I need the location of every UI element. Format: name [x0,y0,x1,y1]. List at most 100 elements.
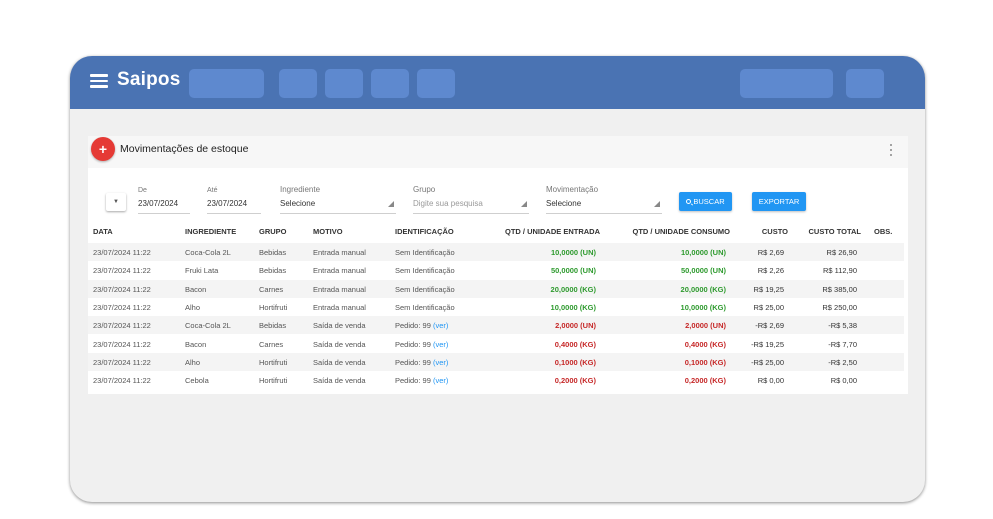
cell-group: Bebidas [259,248,287,257]
cell-reason: Entrada manual [313,302,366,312]
to-date-underline [207,213,261,214]
identification-text: Sem Identificação [395,266,455,276]
cell-qty-use: 10,0000 (KG) [680,302,726,312]
table-row[interactable]: 23/07/2024 11:22 Bacon Carnes Entrada manua… [88,279,904,298]
cell-date: 23/07/2024 11:22 [93,357,151,367]
column-header: IDENTIFICAÇÃO [395,227,454,236]
nav-placeholder-4[interactable] [371,69,409,98]
page-title: Movimentações de estoque [120,143,249,155]
to-date-label: Até [207,187,218,194]
table-row[interactable]: 23/07/2024 11:22 Fruki Lata Bebidas Entrada… [88,261,904,279]
column-header: DATA [93,227,113,236]
column-header: QTD / UNIDADE CONSUMO [632,227,731,236]
nav-placeholder-7[interactable] [846,69,884,98]
dropdown-arrow-icon [388,201,394,207]
cell-group: Bebidas [259,321,287,331]
cell-reason: Entrada manual [313,266,366,276]
movement-label: Movimentação [546,185,599,194]
cell-group: Hortifruti [259,302,288,312]
cell-reason: Saída de venda [313,376,366,386]
identification-text: Sem Identificação [395,302,455,312]
stock-movements-card: + Movimentações de estoque ▼ De 23/07/20… [88,136,908,394]
view-order-link[interactable]: (ver) [433,358,448,367]
nav-placeholder-3[interactable] [325,69,363,98]
search-button[interactable]: BUSCAR [679,192,732,211]
cell-ingredient: Fruki Lata [185,266,219,276]
export-button[interactable]: EXPORTAR [752,192,806,211]
ingredient-underline [280,213,396,214]
app-logo[interactable]: Saipos [117,69,181,91]
cell-qty-use: 0,4000 (KG) [684,339,726,349]
cell-date: 23/07/2024 11:22 [93,248,151,257]
nav-placeholder-1[interactable] [189,69,264,98]
from-date-underline [138,213,190,214]
cell-group: Carnes [259,339,284,349]
column-header: GRUPO [259,227,287,236]
cell-ingredient: Bacon [185,339,207,349]
collapse-filters-button[interactable]: ▼ [106,193,126,211]
cell-date: 23/07/2024 11:22 [93,266,151,276]
table-row[interactable]: 23/07/2024 11:22 Bacon Carnes Saída de vend… [88,335,904,353]
dropdown-arrow-icon [521,201,527,207]
cell-qty-in: 50,0000 (UN) [550,266,596,276]
from-date-input[interactable]: 23/07/2024 [138,199,178,208]
cell-qty-use: 10,0000 (UN) [680,248,726,257]
cell-identification: Sem Identificação [395,248,455,257]
identification-text: Sem Identificação [395,248,455,257]
cell-qty-use: 20,0000 (KG) [680,284,726,294]
cell-identification: Pedido: 99 (ver) [395,321,448,330]
cell-cost: R$ 19,25 [753,284,784,294]
table-row[interactable]: 23/07/2024 11:22 Cebola Hortifruti Saída de… [88,371,904,389]
kebab-icon[interactable] [889,144,893,156]
movement-select[interactable]: Selecione [546,199,581,208]
cell-qty-in: 0,1000 (KG) [554,357,596,367]
view-order-link[interactable]: (ver) [433,321,448,330]
identification-text: Pedido: 99 [395,376,431,386]
cell-cost: R$ 2,26 [757,266,784,276]
view-order-link[interactable]: (ver) [433,376,448,385]
column-header: CUSTO TOTAL [808,227,862,236]
chevron-down-icon: ▼ [113,199,119,205]
ingredient-label: Ingrediente [280,185,321,194]
hamburger-icon[interactable] [90,74,108,88]
cell-cost: R$ 2,69 [757,248,784,257]
cell-qty-in: 0,2000 (KG) [554,376,596,386]
app-window: Saipos + Movimentações de estoque ▼ De 2… [70,56,925,502]
cell-reason: Entrada manual [313,284,366,294]
cell-identification: Pedido: 99 (ver) [395,340,448,349]
cell-cost: R$ 0,00 [757,376,784,386]
table-row[interactable]: 23/07/2024 11:22 Coca-Cola 2L Bebidas Entra… [88,243,904,262]
cell-ingredient: Cebola [185,376,209,386]
add-movement-button[interactable]: + [91,137,115,161]
cell-date: 23/07/2024 11:22 [93,321,151,331]
cell-total: R$ 250,00 [822,302,857,312]
table-row[interactable]: 23/07/2024 11:22 Alho Hortifruti Saída de v… [88,352,904,372]
column-header: INGREDIENTE [185,227,237,236]
search-icon [686,199,692,204]
table-row[interactable]: 23/07/2024 11:22 Coca-Cola 2L Bebidas Saída… [88,316,904,335]
cell-ingredient: Coca-Cola 2L [185,321,231,331]
cell-qty-use: 0,1000 (KG) [684,357,726,367]
cell-ingredient: Alho [185,302,201,312]
cell-cost: R$ 25,00 [753,302,784,312]
top-navbar: Saipos [70,56,925,109]
cell-qty-in: 20,0000 (KG) [550,284,596,294]
cell-total: R$ 26,90 [826,248,857,257]
group-search-input[interactable]: Digite sua pesquisa [413,199,483,208]
cell-qty-in: 2,0000 (UN) [555,321,596,331]
cell-qty-in: 0,4000 (KG) [554,339,596,349]
table-row[interactable]: 23/07/2024 11:22 Alho Hortifruti Entrada ma… [88,298,904,316]
nav-placeholder-6[interactable] [740,69,833,98]
cell-identification: Pedido: 99 (ver) [395,358,448,367]
column-header: CUSTO [761,227,788,236]
cell-group: Hortifruti [259,376,288,386]
cell-total: R$ 385,00 [822,284,857,294]
identification-text: Pedido: 99 [395,339,431,349]
to-date-input[interactable]: 23/07/2024 [207,199,247,208]
ingredient-select[interactable]: Selecione [280,199,315,208]
view-order-link[interactable]: (ver) [433,340,448,349]
nav-placeholder-2[interactable] [279,69,317,98]
nav-placeholder-5[interactable] [417,69,455,98]
cell-reason: Saída de venda [313,357,366,367]
cell-ingredient: Alho [185,357,201,367]
